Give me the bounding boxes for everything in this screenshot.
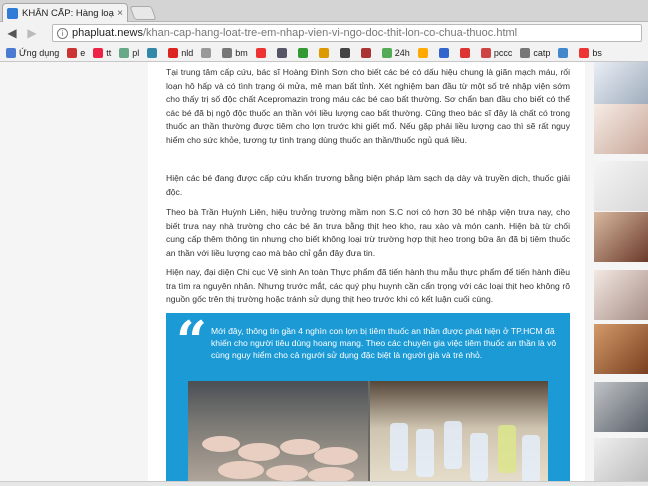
bookmark-label: Ứng dụng <box>19 47 60 58</box>
bookmark-label: e <box>80 47 86 58</box>
tab-strip: KHẨN CẤP: Hàng loạt trẻ × <box>0 0 648 22</box>
bookmark-item[interactable]: Ứng dụng <box>6 47 60 58</box>
quote-box: “ Mới đây, thông tin gần 4 nghìn con lợn… <box>166 309 570 486</box>
close-tab-icon[interactable]: × <box>117 8 123 19</box>
bookmark-item[interactable]: pl <box>119 47 140 58</box>
bookmark-label: pccc <box>493 47 513 58</box>
ns-icon <box>558 47 569 58</box>
bookmark-item[interactable]: 24h <box>381 47 410 58</box>
bookmark-item[interactable]: nld <box>168 47 194 58</box>
related-thumb[interactable] <box>594 104 648 154</box>
web-page: Tại trung tâm cấp cứu, bác sĩ Hoàng Đình… <box>0 62 648 486</box>
related-thumb[interactable] <box>594 324 648 374</box>
related-sidebar <box>594 62 648 486</box>
tab-title: KHẨN CẤP: Hàng loạt trẻ <box>22 7 114 19</box>
bookmark-item[interactable] <box>318 47 332 58</box>
bookmark-item[interactable]: catp <box>520 47 551 58</box>
article-paragraph: Hiện các bé đang được cấp cứu khẩn trươn… <box>166 173 570 197</box>
related-thumb[interactable] <box>594 212 648 262</box>
bookmark-label: bs <box>592 47 602 58</box>
bookmark-item[interactable] <box>438 47 452 58</box>
bookmark-item[interactable] <box>147 47 160 58</box>
bottles-photo-half <box>370 381 548 486</box>
new-tab-button[interactable] <box>129 6 157 20</box>
bookmark-item[interactable]: bs <box>579 47 602 58</box>
status-bar <box>0 481 648 486</box>
bookmark-label: 24h <box>394 47 410 58</box>
circle-icon <box>417 47 428 58</box>
apps-grid-icon <box>6 47 16 58</box>
article-paragraph: Tại trung tâm cấp cứu, bác sĩ Hoàng Đình… <box>166 67 570 145</box>
bookmark-item[interactable] <box>255 47 269 58</box>
related-thumb[interactable] <box>594 161 648 211</box>
bookmark-label: nld <box>181 47 194 58</box>
check-icon <box>255 47 266 58</box>
site-favicon-icon <box>7 7 18 19</box>
pigs-photo-half <box>188 381 368 486</box>
pl-icon <box>119 47 130 58</box>
red-icon <box>459 47 470 58</box>
pin-icon <box>438 47 449 58</box>
related-thumb[interactable] <box>594 382 648 432</box>
e-icon <box>67 47 78 58</box>
bookmark-item[interactable]: pccc <box>480 47 513 58</box>
url-path: /khan-cap-hang-loat-tre-em-nhap-vien-vi-… <box>142 27 518 39</box>
bookmarks-bar: Ứng dụng e tt pl nld bm 24h pccc catp bs <box>0 44 648 62</box>
bookmark-item[interactable] <box>297 47 311 58</box>
quote-text: Mới đây, thông tin gần 4 nghìn con lợn b… <box>211 326 557 360</box>
bookmark-item[interactable]: tt <box>93 47 112 58</box>
bookmark-label: catp <box>533 47 551 58</box>
url-host: phapluat.news <box>72 27 143 39</box>
article-body: Tại trung tâm cấp cứu, bác sĩ Hoàng Đình… <box>148 62 585 486</box>
quote-mark-icon: “ <box>176 309 208 373</box>
bookmark-item[interactable] <box>276 47 290 58</box>
news-photo[interactable] <box>188 381 548 486</box>
fly-icon <box>339 47 350 58</box>
pccc-icon <box>480 47 491 58</box>
bookmark-item[interactable] <box>459 47 473 58</box>
bookmark-item[interactable] <box>558 47 571 58</box>
bookmark-label: tt <box>106 47 112 58</box>
bookmark-item[interactable]: e <box>67 47 86 58</box>
bm-icon <box>222 47 233 58</box>
browser-toolbar: ◀ ▶ i phapluat.news/khan-cap-hang-loat-t… <box>0 22 648 44</box>
bookmark-item[interactable] <box>360 47 374 58</box>
related-thumb[interactable] <box>594 270 648 320</box>
d-icon <box>297 47 308 58</box>
address-bar[interactable]: i phapluat.news/khan-cap-hang-loat-tre-e… <box>52 24 642 42</box>
round-icon <box>201 47 212 58</box>
article-paragraph: Hiện nay, đại diện Chi cục Vệ sinh An to… <box>166 267 570 304</box>
related-thumb[interactable] <box>594 438 648 486</box>
url-text: phapluat.news/khan-cap-hang-loat-tre-em-… <box>72 27 517 39</box>
star-icon <box>318 47 329 58</box>
bookmark-item[interactable] <box>201 47 214 58</box>
browser-tab[interactable]: KHẨN CẤP: Hàng loạt trẻ × <box>2 3 128 22</box>
site-info-icon[interactable]: i <box>57 27 68 39</box>
back-arrow-icon[interactable]: ◀ <box>4 25 20 41</box>
forward-arrow-icon[interactable]: ▶ <box>24 25 40 41</box>
dot-icon <box>360 47 371 58</box>
bs-icon <box>579 47 590 58</box>
bookmark-label: pl <box>132 47 140 58</box>
bookmark-item[interactable] <box>417 47 431 58</box>
globe-icon <box>147 47 158 58</box>
tt-icon <box>93 47 104 58</box>
bookmark-item[interactable]: bm <box>222 47 248 58</box>
z-icon <box>276 47 287 58</box>
24h-icon <box>381 47 392 58</box>
catp-icon <box>520 47 531 58</box>
nld-icon <box>168 47 179 58</box>
article-paragraph: Theo bà Trần Huỳnh Liên, hiệu trưởng trư… <box>166 207 570 258</box>
bookmark-label: bm <box>235 47 248 58</box>
bookmark-item[interactable] <box>339 47 353 58</box>
